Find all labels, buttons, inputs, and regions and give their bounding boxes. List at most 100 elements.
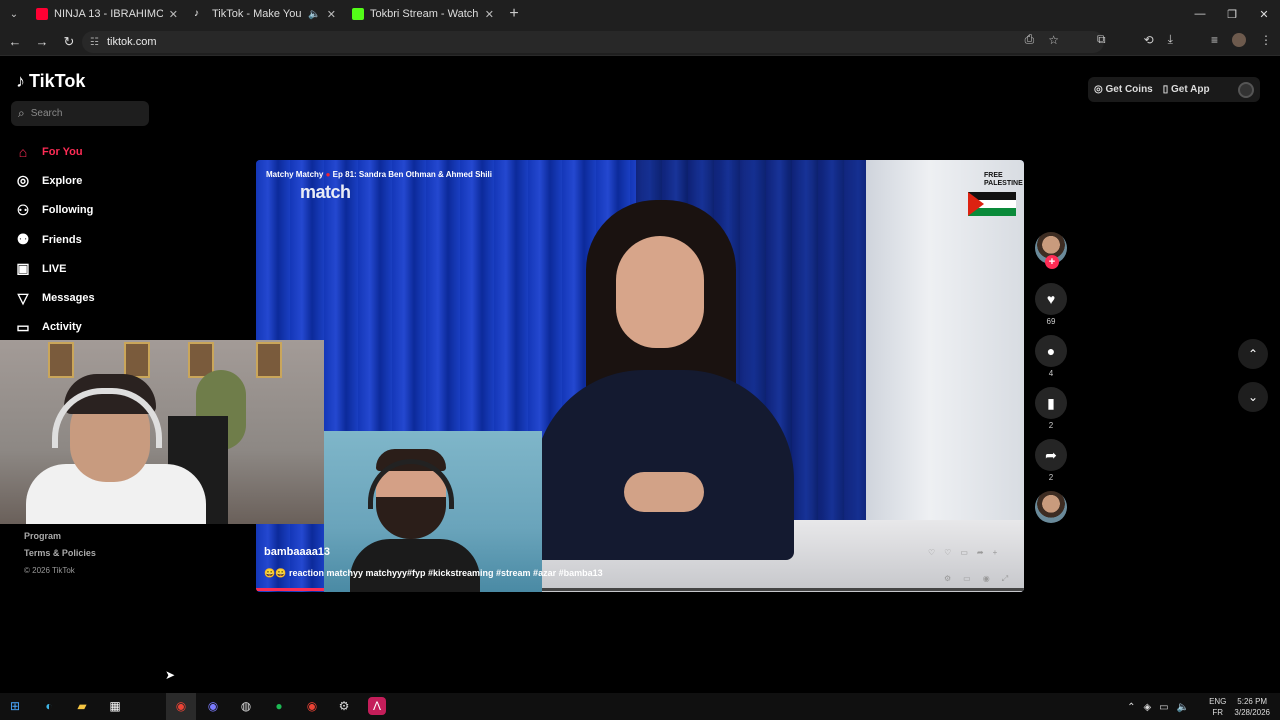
more-menu-icon[interactable]: ⋮ bbox=[1260, 33, 1272, 47]
sidebar-item-label: Activity bbox=[42, 321, 82, 334]
user-avatar[interactable] bbox=[1238, 81, 1254, 98]
spotify-icon[interactable]: ● bbox=[270, 697, 288, 715]
sidebar-item-explore[interactable]: ◎ Explore bbox=[15, 166, 175, 195]
sidebar-item-live[interactable]: ▣ LIVE bbox=[15, 254, 175, 283]
friends-icon: ⚉ bbox=[16, 231, 30, 248]
settings-gear-icon[interactable]: ⚙ bbox=[335, 697, 353, 715]
speaker-icon[interactable]: 🔈 bbox=[308, 9, 320, 20]
comment-button[interactable]: ● bbox=[1035, 335, 1067, 367]
get-coins-button[interactable]: ◎ Get Coins bbox=[1094, 84, 1153, 95]
address-bar[interactable]: ☷ tiktok.com bbox=[82, 31, 1104, 53]
chrome-alt-icon[interactable]: ◉ bbox=[303, 697, 321, 715]
url-text: tiktok.com bbox=[106, 36, 157, 48]
site-info-icon[interactable]: ☷ bbox=[90, 37, 99, 48]
start-icon[interactable]: ⊞ bbox=[6, 697, 24, 715]
logo-text: TikTok bbox=[29, 71, 86, 91]
overlay-comment-icon: ▭ bbox=[960, 548, 968, 557]
tab-search-chevron-icon[interactable]: ⌄ bbox=[0, 0, 28, 28]
creator-avatar[interactable]: + bbox=[1035, 232, 1067, 269]
tab-tiktok[interactable]: ♪ TikTok - Make Your Day 🔈 ✕ bbox=[186, 0, 344, 28]
chrome-icon[interactable]: ◉ bbox=[172, 697, 190, 715]
mouse-cursor-icon: ➤ bbox=[165, 668, 176, 682]
activity-icon: ▭ bbox=[16, 318, 30, 335]
restore-icon[interactable]: ❐ bbox=[1216, 0, 1248, 28]
video-author[interactable]: bambaaaa13 bbox=[264, 546, 330, 558]
footer-program-link[interactable]: Program bbox=[24, 528, 96, 545]
tab-kick[interactable]: Tokbri Stream - Watch Live on ✕ bbox=[344, 0, 502, 28]
bookmark-star-icon[interactable]: ☆ bbox=[1048, 33, 1059, 47]
overlay-settings-icon: ⚙ bbox=[944, 574, 952, 583]
sidebar-item-label: Messages bbox=[42, 292, 95, 305]
close-tab-icon[interactable]: ✕ bbox=[485, 8, 494, 21]
profile-avatar[interactable] bbox=[1232, 32, 1246, 47]
close-tab-icon[interactable]: ✕ bbox=[327, 8, 336, 21]
obs-icon[interactable]: ◍ bbox=[237, 697, 255, 715]
tiktok-page: ♪ TikTok ⌕ Search ⌂ For You ◎ Explore ⚇ … bbox=[0, 57, 1280, 688]
share-count: 2 bbox=[1048, 473, 1054, 482]
reload-icon[interactable]: ↻ bbox=[57, 34, 81, 50]
clock-time: 5:26 PM bbox=[1237, 697, 1268, 706]
compass-icon: ◎ bbox=[16, 172, 30, 189]
footer-copyright: © 2026 TikTok bbox=[24, 566, 75, 575]
sidebar-item-messages[interactable]: ▽ Messages bbox=[15, 283, 175, 312]
comment-count: 4 bbox=[1048, 369, 1054, 378]
webcam-overlay-streamer bbox=[0, 340, 324, 524]
sidebar-item-for-you[interactable]: ⌂ For You bbox=[15, 137, 175, 166]
volume-icon[interactable]: 🔈 bbox=[1177, 702, 1189, 713]
overlay-cast-icon: ◉ bbox=[982, 574, 990, 583]
clock-date: 3/28/2026 bbox=[1234, 708, 1270, 717]
clock[interactable]: 5:26 PM 3/28/2026 bbox=[1234, 696, 1270, 718]
footer-terms-link[interactable]: Terms & Policies bbox=[24, 545, 96, 562]
forward-icon[interactable]: → bbox=[30, 34, 54, 49]
flag-triangle bbox=[968, 192, 984, 216]
overlay-caption-episode: Ep 81: Sandra Ben Othman & Ahmed Shili bbox=[332, 170, 492, 179]
get-app-label: Get App bbox=[1171, 84, 1210, 95]
close-window-icon[interactable]: ✕ bbox=[1248, 0, 1280, 28]
like-button[interactable]: ♥ bbox=[1035, 283, 1067, 315]
search-input[interactable]: ⌕ Search bbox=[11, 101, 149, 126]
back-icon[interactable]: ← bbox=[3, 34, 27, 49]
sidebar-item-activity[interactable]: ▭ Activity bbox=[15, 313, 175, 342]
tab-title: Tokbri Stream - Watch Live on bbox=[370, 8, 479, 20]
video-overlay-controls-2: ⚙ ▭ ◉ ⤢ bbox=[944, 574, 1008, 584]
overlay-captions-icon: ▭ bbox=[963, 574, 971, 583]
language-indicator[interactable]: ENG FR bbox=[1209, 696, 1226, 718]
extensions-icon[interactable]: ⧉ bbox=[1097, 32, 1106, 47]
save-button[interactable]: ▮ bbox=[1035, 387, 1067, 419]
sound-avatar[interactable] bbox=[1035, 491, 1067, 523]
downloads-icon[interactable]: ⤓ bbox=[1168, 32, 1173, 47]
close-tab-icon[interactable]: ✕ bbox=[169, 8, 178, 21]
top-actions: ◎ Get Coins ▯ Get App bbox=[1088, 77, 1260, 102]
save-count: 2 bbox=[1048, 421, 1054, 430]
video-overlay-controls: ♡ ♡ ▭ ➦ + bbox=[928, 548, 997, 557]
edge-icon[interactable]: ◐ bbox=[40, 697, 58, 715]
app-icon[interactable]: Λ bbox=[368, 697, 386, 715]
youtube-favicon-icon bbox=[36, 8, 48, 20]
network-icon[interactable]: ▭ bbox=[1159, 702, 1168, 713]
action-rail: + ♥ 69 ● 4 ▮ 2 ➦ 2 bbox=[1034, 232, 1068, 523]
minimize-icon[interactable]: — bbox=[1184, 0, 1216, 28]
windows-taskbar: ⊞ ◐ ▰ ▦ ◉ ◉ ◍ ● ◉ ⚙ Λ ⌃ ◈ ▭ 🔈 ENG FR 5:2… bbox=[0, 693, 1280, 720]
tiktok-logo[interactable]: ♪ TikTok bbox=[16, 71, 85, 92]
follow-plus-icon[interactable]: + bbox=[1045, 255, 1059, 269]
tray-overflow-icon[interactable]: ⌃ bbox=[1127, 702, 1135, 713]
sidebar-item-following[interactable]: ⚇ Following bbox=[15, 196, 175, 225]
next-video-button[interactable]: ⌄ bbox=[1238, 382, 1268, 412]
comment-icon: ● bbox=[1046, 343, 1056, 359]
overlay-caption-show: Matchy Matchy bbox=[266, 170, 324, 179]
share-icon: ➦ bbox=[1045, 446, 1057, 463]
video-description: 😀😀 reaction matchyy matchyyy#fyp #kickst… bbox=[264, 568, 603, 579]
history-icon[interactable]: ⟲ bbox=[1144, 33, 1154, 47]
discord-icon[interactable]: ◈ bbox=[1143, 702, 1151, 713]
chrome-profile-icon[interactable]: ◉ bbox=[204, 697, 222, 715]
sidebar-item-friends[interactable]: ⚉ Friends bbox=[15, 225, 175, 254]
share-button[interactable]: ➦ bbox=[1035, 439, 1067, 471]
previous-video-button[interactable]: ⌃ bbox=[1238, 339, 1268, 369]
get-app-button[interactable]: ▯ Get App bbox=[1163, 84, 1210, 95]
file-explorer-icon[interactable]: ▰ bbox=[73, 697, 91, 715]
new-tab-icon[interactable]: + bbox=[502, 5, 526, 23]
store-icon[interactable]: ▦ bbox=[106, 697, 124, 715]
media-control-icon[interactable]: ≡ bbox=[1211, 33, 1218, 47]
tab-youtube[interactable]: NINJA 13 - IBRAHIMOVIC ( MU ✕ bbox=[28, 0, 186, 28]
install-app-icon[interactable]: ⎙ bbox=[1025, 32, 1035, 47]
